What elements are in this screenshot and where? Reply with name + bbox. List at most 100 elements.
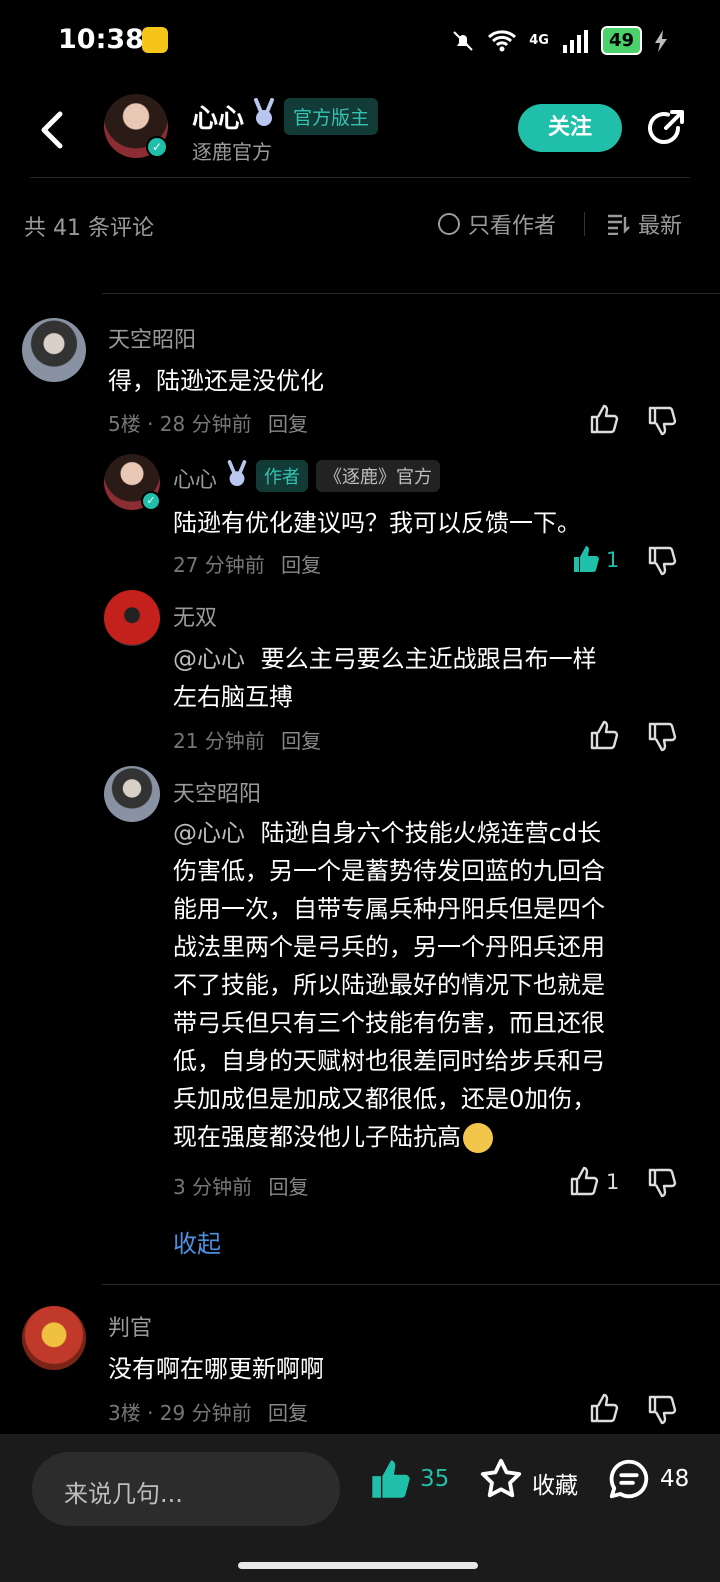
reply-avatar[interactable]	[104, 590, 160, 646]
reply-time: 27 分钟前	[173, 553, 265, 577]
notification-app-icon	[142, 27, 168, 53]
rabbit-badge-icon	[227, 460, 247, 487]
like-filled-icon[interactable]	[570, 543, 602, 575]
comment-input-placeholder: 来说几句...	[64, 1480, 183, 1508]
comment-floor-time: 3楼 · 29 分钟前	[108, 1401, 252, 1425]
like-icon[interactable]	[588, 719, 620, 751]
reply-username[interactable]: 天空昭阳	[173, 776, 261, 808]
author-only-label: 只看作者	[468, 214, 557, 239]
like-count: 1	[606, 548, 620, 572]
reply-text-line: 兵加成但是加成又都很低，还是0加伤，	[173, 1085, 597, 1113]
reply-text-line: 不了技能，所以陆逊最好的情况下也就是	[173, 971, 605, 999]
wifi-icon	[488, 29, 517, 51]
bottom-action-bar: 来说几句... 35 收藏 48	[0, 1434, 720, 1582]
reply-time: 3 分钟前	[173, 1175, 253, 1199]
reply-time: 21 分钟前	[173, 729, 265, 753]
official-tag: 《逐鹿》官方	[316, 460, 440, 492]
reply-button[interactable]: 回复	[268, 1401, 308, 1425]
reply-text-line: 战法里两个是弓兵的，另一个丹阳兵还用	[173, 933, 605, 961]
dislike-icon[interactable]	[646, 721, 678, 753]
like-icon[interactable]	[588, 403, 620, 435]
author-name[interactable]: 心心	[192, 98, 244, 135]
like-icon[interactable]	[588, 1392, 620, 1424]
network-type: 4G	[529, 33, 549, 48]
header-divider	[30, 177, 690, 178]
author-tag: 作者	[256, 460, 308, 492]
reply-text: 陆逊有优化建议吗？我可以反馈一下。	[173, 509, 581, 537]
reply-text-line: 现在强度都没他儿子陆抗高	[173, 1123, 461, 1151]
reply-text-line: 陆逊自身六个技能火烧连营cd长	[260, 819, 602, 847]
comment-meta: 5楼 · 28 分钟前 回复	[108, 408, 308, 437]
home-indicator	[238, 1562, 478, 1569]
reply-meta: 3 分钟前 回复	[173, 1171, 308, 1200]
thinking-emoji-icon	[463, 1123, 493, 1153]
mute-bell-icon	[453, 30, 473, 51]
comment-input[interactable]: 来说几句...	[32, 1452, 340, 1526]
reply-button[interactable]: 回复	[281, 553, 321, 577]
reply-text-line: 伤害低，另一个是蓄势待发回蓝的九回合	[173, 857, 605, 885]
reply-button[interactable]: 回复	[281, 729, 321, 753]
back-arrow-icon[interactable]	[38, 110, 66, 150]
moderator-badge: 官方版主	[284, 98, 379, 135]
battery-level: 49	[600, 26, 642, 55]
charging-icon	[655, 29, 667, 52]
like-filled-icon[interactable]	[368, 1456, 414, 1502]
share-icon[interactable]	[644, 106, 688, 150]
star-icon[interactable]	[478, 1456, 524, 1502]
verified-badge-icon: ✓	[146, 136, 168, 158]
reply-username[interactable]: 心心	[173, 462, 217, 494]
mention-link[interactable]: @心心	[173, 645, 245, 673]
reply-text-line: 带弓兵但只有三个技能有伤害，而且还很	[173, 1009, 605, 1037]
sort-button[interactable]: 最新	[606, 208, 682, 240]
rabbit-badge-icon	[254, 98, 274, 126]
comment-username[interactable]: 天空昭阳	[108, 322, 196, 354]
like-count: 1	[606, 1170, 620, 1194]
comment-floor-time: 5楼 · 28 分钟前	[108, 412, 252, 436]
reply-meta: 27 分钟前 回复	[173, 549, 321, 578]
collapse-replies-button[interactable]: 收起	[173, 1224, 221, 1259]
comment-count: 共 41 条评论	[24, 216, 154, 241]
post-like-count: 35	[420, 1466, 450, 1492]
dislike-icon[interactable]	[646, 405, 678, 437]
toolbar-divider	[102, 293, 720, 294]
reply-username[interactable]: 无双	[173, 600, 217, 632]
like-icon[interactable]	[568, 1165, 600, 1197]
dislike-icon[interactable]	[646, 1394, 678, 1426]
verified-badge-icon: ✓	[141, 491, 161, 511]
reply-text-line: 能用一次，自带专属兵种丹阳兵但是四个	[173, 895, 605, 923]
comment-divider	[102, 1284, 720, 1285]
author-only-filter[interactable]: 只看作者	[438, 208, 556, 240]
toolbar-separator	[584, 212, 585, 236]
reply-text-line: 低，自身的天赋树也很差同时给步兵和弓	[173, 1047, 605, 1075]
comment-text: 没有啊在哪更新啊啊	[108, 1355, 324, 1383]
status-icons: 4G 49	[451, 26, 668, 55]
sort-label: 最新	[638, 214, 683, 239]
mention-link[interactable]: @心心	[173, 819, 245, 847]
dislike-icon[interactable]	[646, 545, 678, 577]
favorite-label[interactable]: 收藏	[532, 1466, 578, 1500]
comment-bubble-icon[interactable]	[606, 1456, 652, 1502]
dislike-icon[interactable]	[646, 1167, 678, 1199]
signal-icon	[562, 29, 588, 53]
comment-avatar[interactable]	[22, 318, 86, 382]
comment-username[interactable]: 判官	[108, 1310, 152, 1342]
status-bar: 10:38 4G 49	[0, 0, 720, 82]
reply-text: @心心 要么主弓要么主近战跟吕布一样 左右脑互搏	[173, 640, 597, 716]
post-comment-count: 48	[660, 1466, 690, 1492]
sort-lines-icon	[608, 214, 630, 235]
reply-button[interactable]: 回复	[268, 412, 308, 436]
comment-text: 得，陆逊还是没优化	[108, 367, 324, 395]
post-header: ✓ 心心 官方版主 逐鹿官方 关注	[0, 88, 720, 178]
radio-circle-icon	[438, 213, 460, 235]
author-subtitle: 逐鹿官方	[192, 140, 272, 164]
comment-avatar[interactable]	[22, 1306, 86, 1370]
reply-button[interactable]: 回复	[268, 1175, 308, 1199]
comment-meta: 3楼 · 29 分钟前 回复	[108, 1397, 308, 1426]
status-time: 10:38	[58, 24, 144, 55]
reply-meta: 21 分钟前 回复	[173, 725, 321, 754]
reply-avatar[interactable]	[104, 766, 160, 822]
reply-text-line: 要么主弓要么主近战跟吕布一样	[260, 645, 597, 673]
reply-text-block: @心心 陆逊自身六个技能火烧连营cd长 伤害低，另一个是蓄势待发回蓝的九回合 能…	[173, 814, 693, 1156]
reply-text-line: 左右脑互搏	[173, 683, 293, 711]
follow-button[interactable]: 关注	[518, 104, 622, 152]
